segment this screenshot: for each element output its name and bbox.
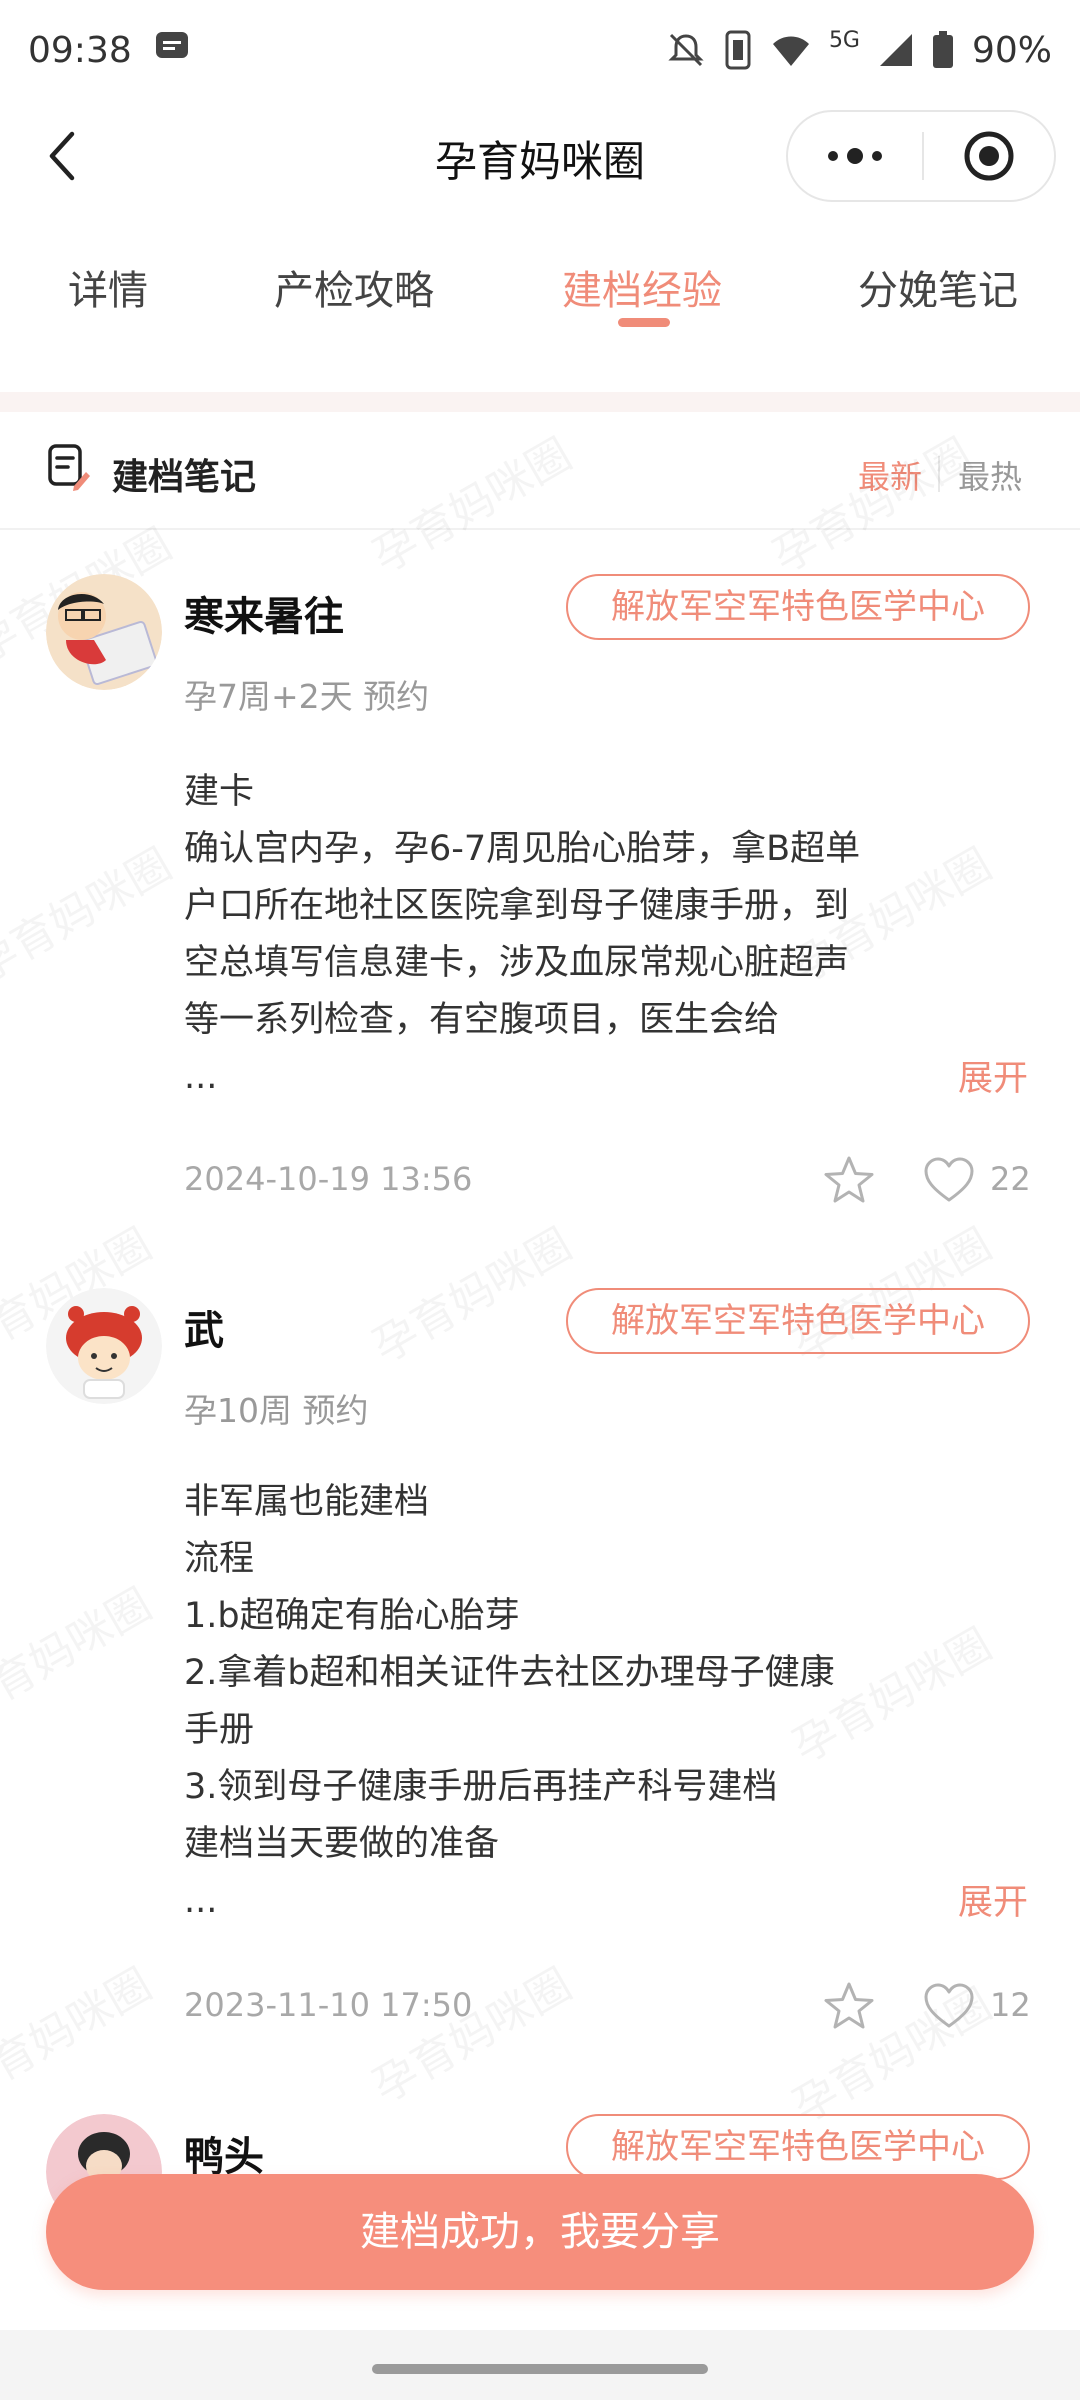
signal-icon bbox=[878, 32, 914, 68]
more-icon bbox=[828, 148, 882, 164]
tab-bar: 详情 产检攻略 建档经验 分娩笔记 bbox=[0, 240, 1080, 340]
post-card[interactable]: 寒来暑往 解放军空军特色医学中心 孕7周+2天 预约 建卡 确认宫内孕，孕6-7… bbox=[0, 574, 1080, 1214]
wifi-icon bbox=[771, 32, 811, 68]
pregnancy-info: 孕7周+2天 预约 bbox=[184, 677, 430, 716]
post-date: 2023-11-10 17:50 bbox=[184, 1986, 473, 2024]
target-close-icon bbox=[964, 131, 1014, 181]
section-header: 建档笔记 最新 最热 bbox=[0, 412, 1080, 530]
nav-bar: 孕育妈咪圈 bbox=[0, 100, 1080, 212]
network-type: 5G bbox=[828, 27, 860, 53]
tab-checkup-guide[interactable]: 产检攻略 bbox=[274, 258, 434, 316]
battery-percent: 90% bbox=[971, 29, 1052, 71]
content-line: 流程 bbox=[184, 1539, 255, 1579]
hospital-tag[interactable]: 解放军空军特色医学中心 bbox=[566, 1288, 1030, 1354]
sort-newest-button[interactable]: 最新 bbox=[858, 452, 922, 498]
content-line: 2.拿着b超和相关证件去社区办理母子健康 bbox=[184, 1653, 835, 1693]
mute-icon bbox=[667, 31, 705, 69]
content-line: 建档当天要做的准备 bbox=[184, 1824, 500, 1864]
sort-hottest-button[interactable]: 最热 bbox=[958, 452, 1022, 498]
active-tab-indicator bbox=[618, 318, 670, 327]
section-divider bbox=[0, 392, 1080, 412]
content-line: ... bbox=[184, 1881, 218, 1921]
tab-delivery-notes[interactable]: 分娩笔记 bbox=[858, 258, 1018, 316]
post-content[interactable]: 非军属也能建档 流程 1.b超确定有胎心胎芽 2.拿着b超和相关证件去社区办理母… bbox=[184, 1474, 944, 1930]
content-line: ... bbox=[184, 1057, 218, 1097]
expand-button[interactable]: 展开 bbox=[958, 1050, 1028, 1101]
section-title: 建档笔记 bbox=[112, 457, 257, 498]
status-left: 09:38 bbox=[28, 30, 190, 71]
hospital-tag[interactable]: 解放军空军特色医学中心 bbox=[566, 2114, 1030, 2180]
pregnancy-info: 孕10周 预约 bbox=[184, 1391, 369, 1430]
more-button[interactable] bbox=[788, 112, 922, 200]
star-icon[interactable] bbox=[822, 1154, 876, 1208]
content-line: 手册 bbox=[184, 1710, 255, 1750]
expand-button[interactable]: 展开 bbox=[958, 1874, 1028, 1925]
content-line: 非军属也能建档 bbox=[184, 1482, 430, 1522]
share-button[interactable]: 建档成功，我要分享 bbox=[46, 2174, 1034, 2290]
home-indicator[interactable] bbox=[372, 2364, 708, 2374]
content-line: 户口所在地社区医院拿到母子健康手册，到 bbox=[184, 886, 850, 926]
avatar[interactable] bbox=[46, 1288, 162, 1404]
close-button[interactable] bbox=[924, 112, 1054, 200]
avatar[interactable] bbox=[46, 574, 162, 690]
heart-icon[interactable] bbox=[922, 1154, 976, 1208]
author-name[interactable]: 武 bbox=[184, 1298, 224, 1356]
status-time: 09:38 bbox=[28, 29, 132, 71]
vibrate-icon bbox=[723, 30, 753, 70]
star-icon[interactable] bbox=[822, 1980, 876, 2034]
message-icon bbox=[154, 30, 190, 71]
status-bar: 09:38 5G 90% bbox=[0, 0, 1080, 100]
battery-icon bbox=[932, 31, 954, 69]
content-line: 确认宫内孕，孕6-7周见胎心胎芽，拿B超单 bbox=[184, 829, 861, 869]
content-line: 1.b超确定有胎心胎芽 bbox=[184, 1596, 520, 1636]
status-right: 5G 90% bbox=[667, 27, 1052, 71]
post-card[interactable]: 武 解放军空军特色医学中心 孕10周 预约 非军属也能建档 流程 1.b超确定有… bbox=[0, 1288, 1080, 2048]
like-count: 12 bbox=[990, 1986, 1031, 2024]
content-line: 空总填写信息建卡，涉及血尿常规心脏超声 bbox=[184, 943, 850, 983]
sort-divider bbox=[938, 456, 940, 492]
post-date: 2024-10-19 13:56 bbox=[184, 1160, 473, 1198]
content-line: 等一系列检查，有空腹项目，医生会给 bbox=[184, 1000, 780, 1040]
post-content[interactable]: 建卡 确认宫内孕，孕6-7周见胎心胎芽，拿B超单 户口所在地社区医院拿到母子健康… bbox=[184, 764, 944, 1106]
hospital-tag[interactable]: 解放军空军特色医学中心 bbox=[566, 574, 1030, 640]
content-line: 建卡 bbox=[184, 772, 255, 812]
like-count: 22 bbox=[990, 1160, 1031, 1198]
heart-icon[interactable] bbox=[922, 1980, 976, 2034]
tab-details[interactable]: 详情 bbox=[68, 258, 148, 316]
mini-program-capsule bbox=[786, 110, 1056, 202]
tab-filing-experience[interactable]: 建档经验 bbox=[562, 258, 722, 316]
notes-icon bbox=[46, 442, 92, 492]
author-name[interactable]: 寒来暑往 bbox=[184, 584, 344, 642]
content-line: 3.领到母子健康手册后再挂产科号建档 bbox=[184, 1767, 778, 1807]
